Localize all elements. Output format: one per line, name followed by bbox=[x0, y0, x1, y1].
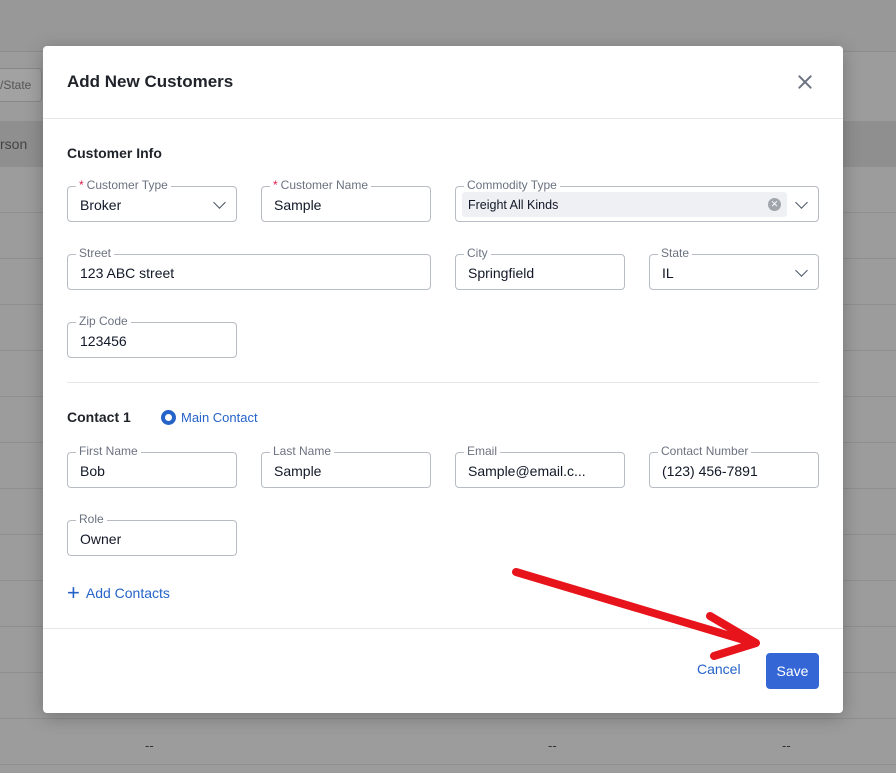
background-filter: /State bbox=[0, 68, 42, 102]
customer-type-label: * Customer Type bbox=[76, 178, 171, 192]
customer-type-label-text: Customer Type bbox=[86, 178, 168, 192]
modal-footer-divider bbox=[43, 628, 843, 629]
customer-name-value: Sample bbox=[274, 197, 322, 213]
commodity-type-label: Commodity Type bbox=[464, 178, 560, 192]
email-input[interactable]: Email Sample@email.c... bbox=[455, 444, 625, 488]
clear-icon[interactable]: ✕ bbox=[768, 198, 781, 211]
modal-title: Add New Customers bbox=[67, 72, 234, 91]
customer-type-value: Broker bbox=[80, 197, 122, 213]
chevron-down-icon[interactable] bbox=[795, 264, 808, 277]
section-divider bbox=[67, 382, 819, 383]
background-cell-dash: -- bbox=[548, 738, 557, 753]
customer-name-label: * Customer Name bbox=[270, 178, 372, 192]
contact-number-label: Contact Number bbox=[658, 444, 752, 458]
city-input[interactable]: City Springfield bbox=[455, 246, 625, 290]
zip-code-label: Zip Code bbox=[76, 314, 131, 328]
city-value: Springfield bbox=[468, 265, 535, 281]
zip-code-input[interactable]: Zip Code 123456 bbox=[67, 314, 237, 358]
first-name-value: Bob bbox=[80, 463, 105, 479]
plus-icon: + bbox=[67, 580, 80, 605]
main-contact-radio[interactable]: Main Contact bbox=[161, 410, 258, 425]
commodity-chip-label: Freight All Kinds bbox=[468, 197, 559, 212]
customer-info-heading: Customer Info bbox=[67, 145, 162, 161]
street-input[interactable]: Street 123 ABC street bbox=[67, 246, 431, 290]
commodity-chip: Freight All Kinds ✕ bbox=[462, 192, 787, 217]
main-contact-label: Main Contact bbox=[181, 410, 258, 425]
close-icon[interactable] bbox=[793, 70, 817, 94]
add-contacts-button[interactable]: + Add Contacts bbox=[67, 580, 170, 605]
add-customer-modal: Add New Customers Customer Info * Custome… bbox=[43, 46, 843, 713]
email-value: Sample@email.c... bbox=[468, 463, 586, 479]
role-value: Owner bbox=[80, 531, 122, 547]
street-label: Street bbox=[76, 246, 115, 260]
state-value: IL bbox=[662, 265, 674, 281]
background-topbar bbox=[0, 0, 896, 52]
first-name-input[interactable]: First Name Bob bbox=[67, 444, 237, 488]
state-select[interactable]: State IL bbox=[649, 246, 819, 290]
background-header-label: rson bbox=[0, 136, 28, 152]
zip-code-value: 123456 bbox=[80, 333, 127, 349]
add-contacts-label: Add Contacts bbox=[85, 585, 170, 601]
background-cell-dash: -- bbox=[145, 738, 154, 753]
customer-name-input[interactable]: * Customer Name Sample bbox=[261, 178, 431, 222]
contact-number-value: (123) 456-7891 bbox=[662, 463, 758, 479]
radio-icon[interactable] bbox=[161, 410, 176, 425]
email-label: Email bbox=[464, 444, 501, 458]
customer-name-label-text: Customer Name bbox=[280, 178, 369, 192]
save-button[interactable]: Save bbox=[766, 653, 819, 689]
state-label: State bbox=[658, 246, 693, 260]
commodity-type-select[interactable]: Commodity Type Freight All Kinds ✕ bbox=[455, 178, 819, 222]
modal-header: Add New Customers bbox=[43, 46, 843, 119]
background-table-row bbox=[0, 719, 896, 765]
background-cell-dash: -- bbox=[782, 738, 791, 753]
required-marker: * bbox=[79, 178, 84, 192]
contact-heading: Contact 1 bbox=[67, 409, 131, 425]
role-label: Role bbox=[76, 512, 107, 526]
required-marker: * bbox=[273, 178, 278, 192]
last-name-label: Last Name bbox=[270, 444, 335, 458]
customer-type-select[interactable]: * Customer Type Broker bbox=[67, 178, 237, 222]
chevron-down-icon[interactable] bbox=[795, 196, 808, 209]
last-name-input[interactable]: Last Name Sample bbox=[261, 444, 431, 488]
background-filter-label: /State bbox=[0, 78, 32, 92]
chevron-down-icon[interactable] bbox=[213, 196, 226, 209]
contact-number-input[interactable]: Contact Number (123) 456-7891 bbox=[649, 444, 819, 488]
last-name-value: Sample bbox=[274, 463, 322, 479]
first-name-label: First Name bbox=[76, 444, 141, 458]
role-input[interactable]: Role Owner bbox=[67, 512, 237, 556]
street-value: 123 ABC street bbox=[80, 265, 175, 281]
city-label: City bbox=[464, 246, 491, 260]
cancel-button[interactable]: Cancel bbox=[697, 661, 741, 677]
